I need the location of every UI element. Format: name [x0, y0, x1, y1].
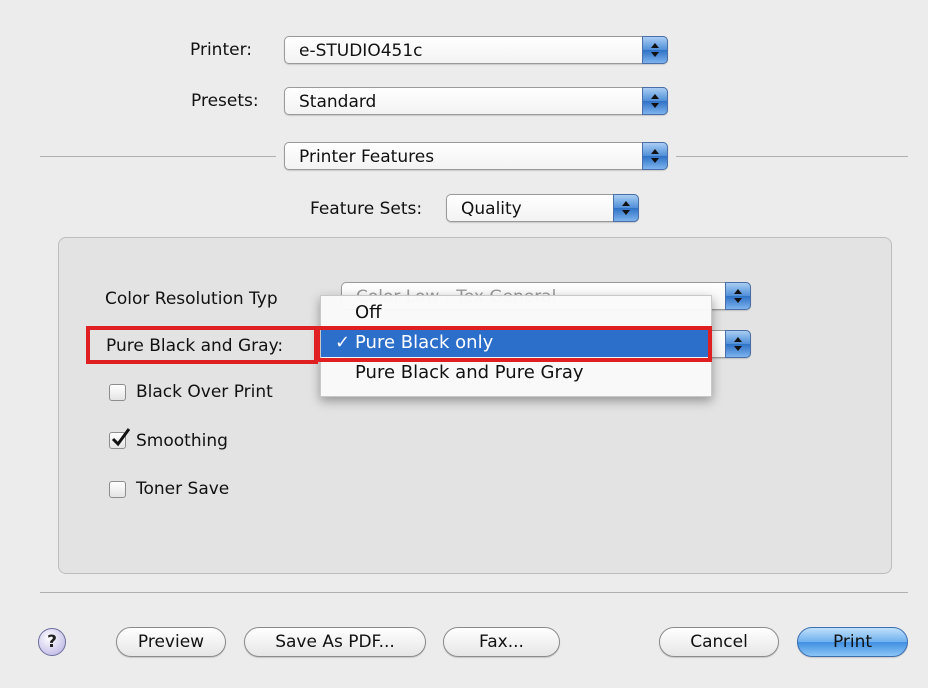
- save-as-pdf-button[interactable]: Save As PDF...: [244, 627, 426, 657]
- presets-popup[interactable]: Standard: [284, 87, 668, 115]
- separator-left: [40, 156, 276, 157]
- fax-button[interactable]: Fax...: [443, 627, 560, 657]
- updown-arrows-icon: [642, 87, 668, 115]
- menu-item-off[interactable]: Off: [321, 299, 711, 327]
- printer-label: Printer:: [190, 40, 252, 60]
- menu-item-pure-black-and-pure-gray-label: Pure Black and Pure Gray: [355, 362, 584, 383]
- feature-sets-popup[interactable]: Quality: [446, 194, 639, 222]
- updown-arrows-icon: [725, 330, 751, 358]
- separator-right: [676, 156, 908, 157]
- pane-popup[interactable]: Printer Features: [284, 142, 668, 170]
- help-button[interactable]: ?: [38, 628, 66, 656]
- updown-arrows-icon: [725, 282, 751, 310]
- black-over-print-label: Black Over Print: [136, 382, 273, 402]
- printer-popup[interactable]: e-STUDIO451c: [284, 36, 668, 64]
- presets-label: Presets:: [191, 91, 259, 111]
- updown-arrows-icon: [613, 194, 639, 222]
- checkmark-icon: [111, 428, 130, 447]
- updown-arrows-icon: [642, 36, 668, 64]
- black-over-print-checkbox[interactable]: [109, 384, 126, 401]
- menu-item-pure-black-and-pure-gray[interactable]: Pure Black and Pure Gray: [321, 359, 711, 387]
- updown-arrows-icon: [642, 142, 668, 170]
- printer-popup-value: e-STUDIO451c: [299, 41, 423, 61]
- toner-save-label: Toner Save: [136, 479, 230, 499]
- highlight-box-label: [86, 326, 318, 364]
- smoothing-checkbox[interactable]: [109, 428, 130, 449]
- presets-popup-value: Standard: [299, 92, 377, 112]
- color-resolution-label: Color Resolution Typ: [105, 289, 278, 309]
- cancel-button[interactable]: Cancel: [659, 627, 779, 657]
- highlight-box-selection: [316, 326, 712, 362]
- feature-sets-label: Feature Sets:: [310, 199, 423, 219]
- menu-item-off-label: Off: [355, 302, 382, 323]
- bottom-separator: [40, 592, 908, 593]
- preview-button[interactable]: Preview: [116, 627, 226, 657]
- toner-save-checkbox[interactable]: [109, 481, 126, 498]
- print-button[interactable]: Print: [797, 627, 908, 657]
- feature-sets-popup-value: Quality: [461, 199, 522, 219]
- pane-popup-value: Printer Features: [299, 147, 435, 167]
- smoothing-label: Smoothing: [136, 431, 228, 451]
